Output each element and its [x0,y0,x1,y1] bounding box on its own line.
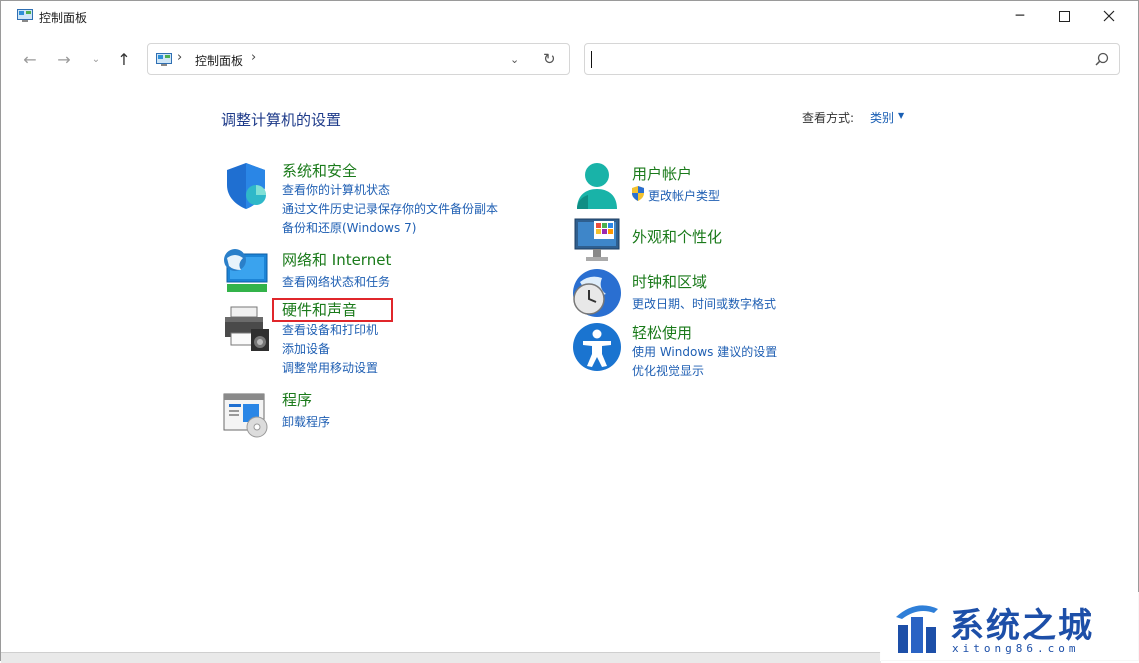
category-network-internet[interactable]: 网络和 Internet [282,249,391,270]
link-uninstall-program[interactable]: 卸载程序 [282,413,330,430]
watermark-url: xitong86.com [952,642,1080,655]
watermark-text: 系统之城 [950,606,1094,646]
back-button[interactable]: ← [19,48,41,70]
link-network-status[interactable]: 查看网络状态和任务 [282,273,390,290]
link-change-account-type[interactable]: 更改帐户类型 [648,187,720,204]
address-dropdown-icon[interactable]: ⌄ [510,53,519,66]
uac-shield-icon [632,186,644,201]
highlight-annotation [272,298,393,322]
minimize-button[interactable]: ─ [997,1,1043,31]
close-button[interactable] [1086,1,1132,31]
control-panel-window: 控制面板 ─ ← → ⌄ ↑ › 控制面板 › ⌄ ↻ 调整计算机的设置 查看方… [0,0,1139,663]
arrow-left-icon: ← [23,49,37,69]
category-user-accounts[interactable]: 用户帐户 [632,163,692,184]
appearance-monitor-icon[interactable] [572,216,622,266]
link-mobility-settings[interactable]: 调整常用移动设置 [282,359,378,376]
page-title: 调整计算机的设置 [221,111,342,129]
search-icon[interactable] [1095,52,1109,66]
recent-locations-button[interactable]: ⌄ [85,48,107,70]
minimize-icon: ─ [1015,8,1025,24]
category-ease-of-access[interactable]: 轻松使用 [632,322,692,343]
category-programs[interactable]: 程序 [282,389,312,410]
chevron-right-icon[interactable]: › [177,50,182,65]
shield-icon[interactable] [221,161,271,211]
link-devices-printers[interactable]: 查看设备和打印机 [282,321,378,338]
link-view-computer-status[interactable]: 查看你的计算机状态 [282,181,390,198]
link-file-history[interactable]: 通过文件历史记录保存你的文件备份副本 [282,200,498,217]
chevron-down-icon: ⌄ [91,53,101,65]
view-by-label: 查看方式: [802,111,855,125]
category-system-security[interactable]: 系统和安全 [282,160,357,181]
control-panel-icon [156,53,172,66]
link-change-date-time-format[interactable]: 更改日期、时间或数字格式 [632,295,776,312]
close-icon [1103,10,1115,22]
programs-icon[interactable] [221,389,271,439]
search-input[interactable] [584,43,1120,75]
category-clock-region[interactable]: 时钟和区域 [632,271,707,292]
refresh-icon[interactable]: ↻ [543,50,556,68]
maximize-button[interactable] [1041,1,1087,31]
forward-button[interactable]: → [53,48,75,70]
arrow-right-icon: → [57,49,71,69]
category-appearance-personalization[interactable]: 外观和个性化 [632,226,722,247]
up-button[interactable]: ↑ [113,48,135,70]
user-accounts-icon[interactable] [572,161,622,211]
title-bar[interactable]: 控制面板 ─ [1,1,1138,33]
text-caret [591,51,592,68]
view-by-dropdown[interactable]: 类别 [870,109,894,126]
dropdown-arrow-icon[interactable]: ▼ [898,111,904,120]
link-add-device[interactable]: 添加设备 [282,340,330,357]
maximize-icon [1058,10,1070,22]
network-globe-icon[interactable] [221,246,271,296]
ease-of-access-icon[interactable] [572,322,622,372]
clock-globe-icon[interactable] [572,268,622,318]
address-bar[interactable]: › 控制面板 › ⌄ ↻ [147,43,570,75]
window-bottom-edge [1,652,881,663]
printer-speaker-icon[interactable] [221,303,271,353]
watermark-logo [896,605,938,653]
arrow-up-icon: ↑ [117,49,131,69]
link-windows-suggested-settings[interactable]: 使用 Windows 建议的设置 [632,343,777,360]
window-title: 控制面板 [39,11,88,25]
control-panel-icon [17,9,33,22]
link-backup-restore[interactable]: 备份和还原(Windows 7) [282,219,416,236]
link-optimize-visual-display[interactable]: 优化视觉显示 [632,362,704,379]
chevron-right-icon[interactable]: › [251,50,256,65]
breadcrumb-control-panel[interactable]: 控制面板 [195,52,243,69]
